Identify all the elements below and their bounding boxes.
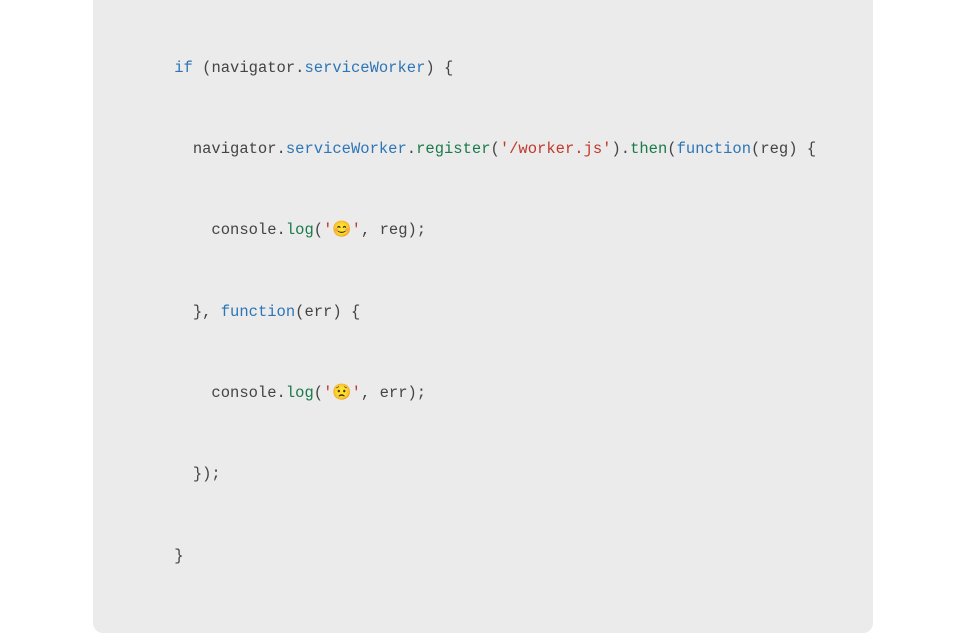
function-keyword-1: function <box>677 140 751 158</box>
paren3: ). <box>611 140 630 158</box>
indent-4: }, <box>174 303 221 321</box>
err-param: (err) { <box>295 303 360 321</box>
dot4: . <box>277 221 286 239</box>
paren: ( <box>193 59 212 77</box>
service-worker-prop: serviceWorker <box>304 59 425 77</box>
indent-3: console <box>174 221 276 239</box>
register-method: register <box>416 140 490 158</box>
comma-err: , err); <box>361 384 426 402</box>
dot5: . <box>277 384 286 402</box>
paren2: ( <box>491 140 500 158</box>
path-string: '/worker.js' <box>500 140 612 158</box>
emoji-string-1: '😊' <box>323 221 361 239</box>
closing-bracket-2: } <box>174 547 183 565</box>
indent-5: console <box>174 384 276 402</box>
paren5: ( <box>314 221 323 239</box>
then-method: then <box>630 140 667 158</box>
paren-close: ) { <box>425 59 453 77</box>
paren6: ( <box>314 384 323 402</box>
indent-2: navigator <box>174 140 276 158</box>
log-method-1: log <box>286 221 314 239</box>
emoji-string-2: '😟' <box>323 384 361 402</box>
reg-param: (reg) { <box>751 140 816 158</box>
keyword-if: if <box>174 59 193 77</box>
service-worker-2: serviceWorker <box>286 140 407 158</box>
code-container: // Install Service Worker if (navigator.… <box>93 0 873 633</box>
log-method-2: log <box>286 384 314 402</box>
dot2: . <box>277 140 286 158</box>
code-block: // Install Service Worker if (navigator.… <box>137 0 829 597</box>
paren4: ( <box>667 140 676 158</box>
closing-bracket-1: }); <box>174 465 221 483</box>
comma-reg: , reg); <box>361 221 426 239</box>
navigator: navigator <box>211 59 295 77</box>
function-keyword-2: function <box>221 303 295 321</box>
dot3: . <box>407 140 416 158</box>
